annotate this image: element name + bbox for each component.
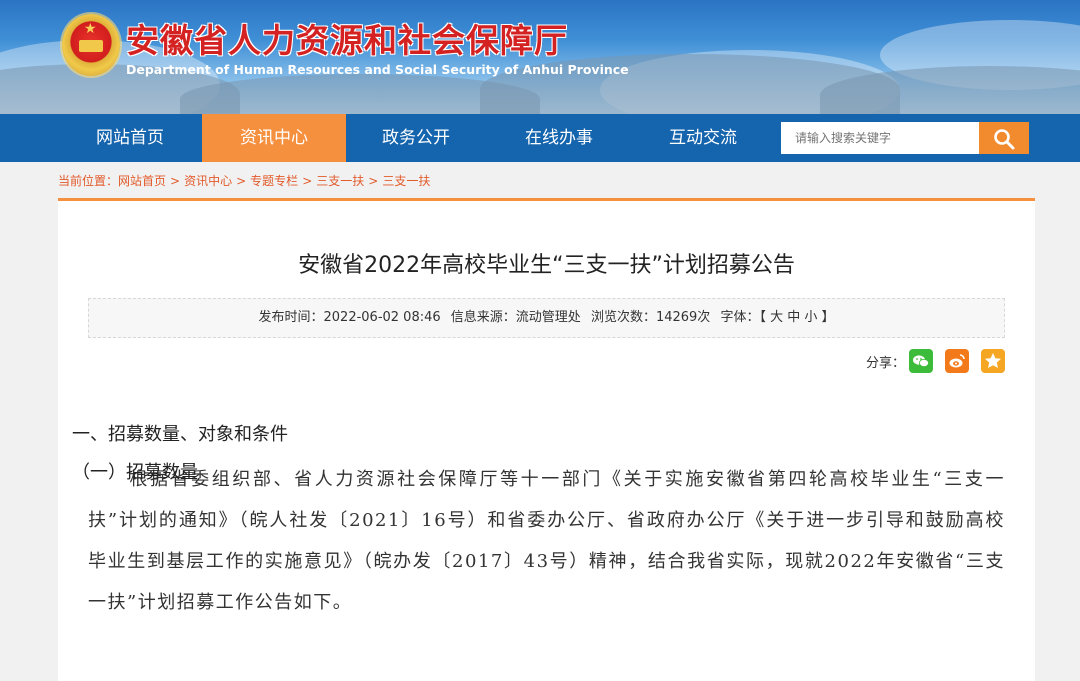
site-subtitle: Department of Human Resources and Social…: [126, 62, 629, 77]
breadcrumb-item-sanzhiyifu-current[interactable]: 三支一扶: [382, 174, 430, 188]
nav-item-government-affairs[interactable]: 政务公开: [344, 114, 488, 162]
font-size-switch[interactable]: 字体：【 大 中 小 】: [720, 310, 834, 325]
main-nav: 网站首页 资讯中心 政务公开 在线办事 互动交流: [0, 114, 1080, 162]
breadcrumb-separator: >: [368, 174, 379, 188]
search-input[interactable]: [781, 122, 979, 154]
weibo-glyph: [949, 354, 965, 368]
wechat-icon[interactable]: [909, 349, 933, 373]
breadcrumb-item-special-topics[interactable]: 专题专栏: [250, 174, 298, 188]
national-emblem-icon: ★: [62, 14, 120, 76]
subsection-heading: （一）招募数量: [72, 462, 198, 483]
view-count: 浏览次数：14269次: [590, 310, 711, 325]
favorite-icon[interactable]: [981, 349, 1005, 373]
breadcrumb-prefix: 当前位置：: [58, 174, 119, 188]
article-paragraph: 根据省委组织部、省人力资源社会保障厅等十一部门《关于实施安徽省第四轮高校毕业生“…: [88, 469, 1005, 613]
wechat-glyph: [913, 355, 929, 367]
breadcrumb-separator: >: [236, 174, 247, 188]
nav-item-interaction[interactable]: 互动交流: [631, 114, 775, 162]
breadcrumb-separator: >: [302, 174, 313, 188]
breadcrumb-item-home[interactable]: 网站首页: [118, 174, 166, 188]
search-button[interactable]: [979, 122, 1029, 154]
share-bar: 分享：: [845, 349, 1005, 373]
nav-item-news-center[interactable]: 资讯中心: [202, 114, 346, 162]
star-glyph: [985, 353, 1001, 368]
breadcrumb-item-news-center[interactable]: 资讯中心: [184, 174, 232, 188]
section-heading: 一、招募数量、对象和条件: [72, 424, 288, 445]
header-banner: ★ 安徽省人力资源和社会保障厅 Department of Human Reso…: [0, 0, 1080, 114]
breadcrumb: 当前位置：网站首页 > 资讯中心 > 专题专栏 > 三支一扶 > 三支一扶: [58, 172, 430, 189]
breadcrumb-separator: >: [170, 174, 181, 188]
article-title: 安徽省2022年高校毕业生“三支一扶”计划招募公告: [298, 253, 795, 278]
article-meta: 发布时间：2022-06-02 08:46 信息来源：流动管理处 浏览次数：14…: [88, 298, 1005, 338]
nav-item-home[interactable]: 网站首页: [58, 114, 202, 162]
publish-time: 发布时间：2022-06-02 08:46: [258, 310, 441, 325]
site-title[interactable]: 安徽省人力资源和社会保障厅: [126, 14, 568, 62]
search-icon: [994, 129, 1015, 150]
share-label: 分享：: [865, 356, 905, 371]
article-body: 根据省委组织部、省人力资源社会保障厅等十一部门《关于实施安徽省第四轮高校毕业生“…: [88, 459, 1005, 623]
breadcrumb-item-sanzhiyifu[interactable]: 三支一扶: [316, 174, 364, 188]
weibo-icon[interactable]: [945, 349, 969, 373]
info-source: 信息来源：流动管理处: [450, 310, 581, 325]
nav-item-online-services[interactable]: 在线办事: [487, 114, 631, 162]
